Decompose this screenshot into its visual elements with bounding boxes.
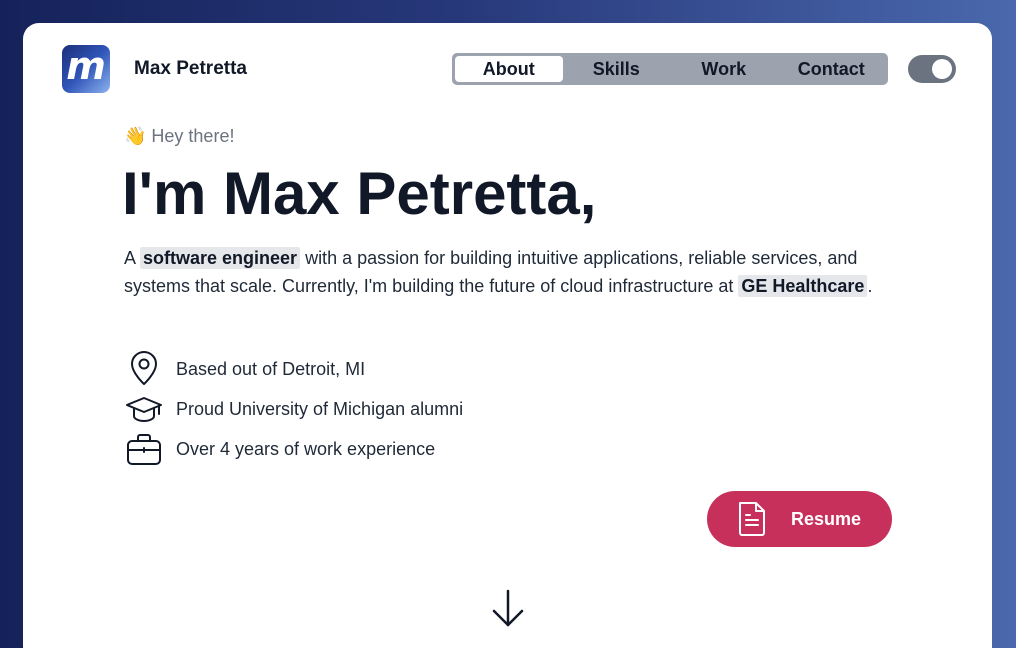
greeting: 👋 Hey there! (124, 126, 235, 146)
location-pin-icon (124, 349, 164, 389)
resume-button[interactable]: Resume (707, 491, 892, 547)
intro-text-3: . (867, 276, 873, 296)
nav-item-work[interactable]: Work (670, 56, 778, 82)
logo-letter: m (66, 44, 106, 88)
nav-item-contact[interactable]: Contact (778, 56, 886, 82)
logo[interactable]: m (62, 45, 110, 93)
fact-education: Proud University of Michigan alumni (176, 398, 464, 419)
fact-location: Based out of Detroit, MI (176, 358, 366, 379)
page-title: I'm Max Petretta, (122, 160, 597, 227)
briefcase-icon (124, 429, 164, 469)
highlight-role: software engineer (140, 247, 301, 269)
intro-text-1: A (124, 248, 141, 268)
arrow-down-icon[interactable] (490, 589, 526, 629)
document-icon (735, 500, 769, 538)
fact-experience: Over 4 years of work experience (176, 438, 436, 459)
list-item: Based out of Detroit, MI (124, 349, 463, 389)
nav-item-about[interactable]: About (455, 56, 563, 82)
list-item: Proud University of Michigan alumni (124, 389, 463, 429)
brand-name: Max Petretta (134, 58, 247, 79)
toggle-knob (932, 59, 952, 79)
graduation-cap-icon (124, 389, 164, 429)
intro-paragraph: A software engineer with a passion for b… (124, 244, 904, 300)
theme-toggle[interactable] (908, 55, 956, 83)
nav-bar: About Skills Work Contact (452, 53, 888, 85)
main-card: m Max Petretta About Skills Work Contact… (23, 23, 992, 648)
resume-button-label: Resume (791, 508, 862, 529)
highlight-company: GE Healthcare (738, 275, 868, 297)
nav-item-skills[interactable]: Skills (563, 56, 671, 82)
list-item: Over 4 years of work experience (124, 429, 463, 469)
facts-list: Based out of Detroit, MI Proud Universit… (124, 349, 463, 469)
